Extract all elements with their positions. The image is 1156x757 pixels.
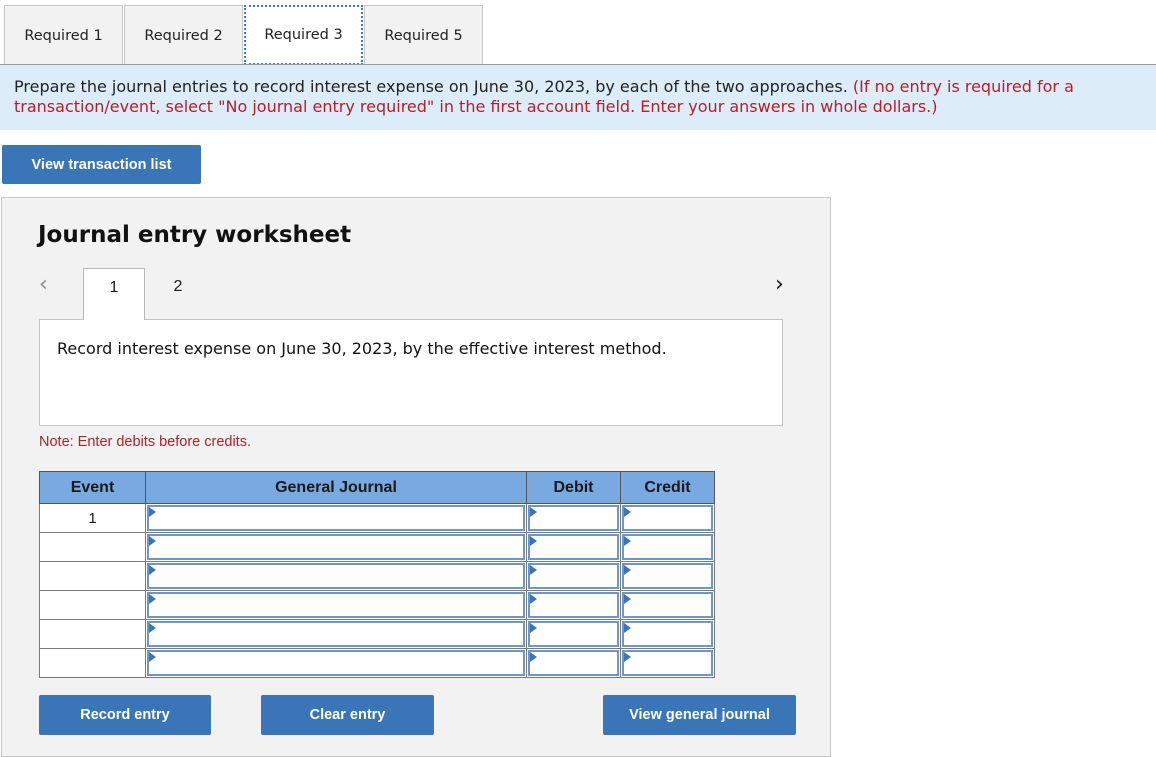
credit-input[interactable] — [622, 650, 713, 676]
account-input[interactable] — [147, 563, 525, 589]
account-input[interactable] — [147, 534, 525, 560]
debit-input[interactable] — [528, 505, 619, 531]
account-input[interactable] — [147, 621, 525, 647]
requirement-tabs: Required 1 Required 2 Required 3 Require… — [0, 5, 483, 65]
event-cell: 1 — [39, 503, 146, 533]
entry-description-text: Record interest expense on June 30, 2023… — [57, 339, 667, 358]
journal-table: Event General Journal Debit Credit 1 — [39, 471, 715, 678]
credit-input[interactable] — [622, 621, 713, 647]
table-row — [39, 648, 715, 678]
header-general-journal: General Journal — [145, 471, 527, 504]
table-row — [39, 590, 715, 620]
instructions-text: Prepare the journal entries to record in… — [14, 77, 853, 96]
view-transaction-list-button[interactable]: View transaction list — [2, 145, 201, 184]
debit-input[interactable] — [528, 563, 619, 589]
table-row: 1 — [39, 503, 715, 533]
chevron-right-icon[interactable]: › — [775, 272, 784, 297]
account-input[interactable] — [147, 650, 525, 676]
credit-input[interactable] — [622, 592, 713, 618]
worksheet-tab-2[interactable]: 2 — [147, 268, 209, 320]
event-cell — [39, 590, 146, 620]
event-cell — [39, 648, 146, 678]
record-entry-button[interactable]: Record entry — [39, 695, 211, 735]
credit-input[interactable] — [622, 534, 713, 560]
event-cell — [39, 561, 146, 591]
table-row — [39, 561, 715, 591]
account-input[interactable] — [147, 505, 525, 531]
event-cell — [39, 532, 146, 562]
table-row — [39, 619, 715, 649]
view-general-journal-button[interactable]: View general journal — [603, 695, 796, 735]
debit-input[interactable] — [528, 592, 619, 618]
debit-credit-note: Note: Enter debits before credits. — [39, 434, 251, 450]
debit-input[interactable] — [528, 621, 619, 647]
header-debit: Debit — [526, 471, 621, 504]
instructions-box: Prepare the journal entries to record in… — [0, 65, 1156, 130]
journal-entry-worksheet: Journal entry worksheet ‹ › 1 2 Record i… — [1, 197, 831, 757]
chevron-left-icon[interactable]: ‹ — [39, 272, 48, 297]
tab-required-3[interactable]: Required 3 — [244, 5, 363, 65]
event-cell — [39, 619, 146, 649]
debit-input[interactable] — [528, 534, 619, 560]
worksheet-title: Journal entry worksheet — [38, 222, 352, 248]
credit-input[interactable] — [622, 563, 713, 589]
worksheet-tab-1[interactable]: 1 — [83, 268, 145, 320]
table-row — [39, 532, 715, 562]
account-input[interactable] — [147, 592, 525, 618]
header-event: Event — [39, 471, 146, 504]
tab-required-1[interactable]: Required 1 — [4, 5, 123, 65]
header-credit: Credit — [620, 471, 715, 504]
tab-required-2[interactable]: Required 2 — [124, 5, 243, 65]
tab-required-5[interactable]: Required 5 — [364, 5, 483, 65]
debit-input[interactable] — [528, 650, 619, 676]
entry-description: Record interest expense on June 30, 2023… — [39, 319, 783, 426]
credit-input[interactable] — [622, 505, 713, 531]
clear-entry-button[interactable]: Clear entry — [261, 695, 434, 735]
